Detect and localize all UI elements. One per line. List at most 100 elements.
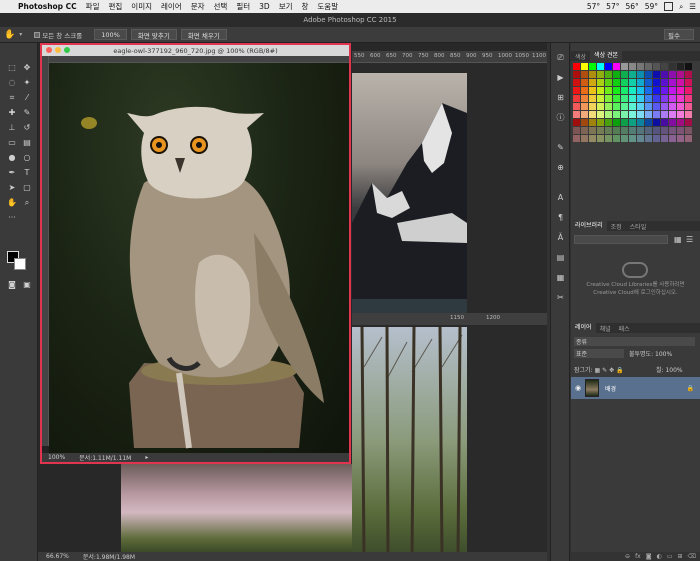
color-swatch[interactable] [629, 95, 636, 102]
color-swatch[interactable] [653, 111, 660, 118]
color-swatch[interactable] [629, 103, 636, 110]
color-swatch[interactable] [597, 95, 604, 102]
more-tools-icon[interactable]: ··· [6, 213, 18, 223]
pen-tool-icon[interactable]: ✒ [6, 168, 18, 178]
color-swatch[interactable] [677, 111, 684, 118]
maximize-window-icon[interactable] [64, 47, 70, 53]
color-swatch[interactable] [677, 95, 684, 102]
fill-value[interactable]: 100% [665, 367, 682, 374]
tab-libraries[interactable]: 라이브러리 [571, 221, 607, 231]
color-swatch[interactable] [645, 111, 652, 118]
color-swatch[interactable] [653, 103, 660, 110]
lock-move-icon[interactable]: ✥ [609, 367, 614, 374]
color-swatch[interactable] [597, 119, 604, 126]
color-swatch[interactable] [597, 87, 604, 94]
color-swatch[interactable] [661, 71, 668, 78]
status-menu-arrow-icon[interactable]: ▸ [145, 454, 148, 461]
tab-layers[interactable]: 레이어 [571, 323, 596, 333]
dodge-tool-icon[interactable]: ○ [21, 153, 33, 163]
color-swatch[interactable] [573, 95, 580, 102]
color-swatch[interactable] [685, 111, 692, 118]
color-swatch[interactable] [653, 71, 660, 78]
tab-channels[interactable]: 채널 [596, 324, 615, 333]
color-swatch[interactable] [685, 103, 692, 110]
color-swatch[interactable] [685, 79, 692, 86]
color-swatch[interactable] [677, 103, 684, 110]
tab-color[interactable]: 색상 [571, 52, 590, 61]
menu-3d[interactable]: 3D [259, 2, 270, 11]
color-swatch[interactable] [597, 127, 604, 134]
color-swatch[interactable] [613, 111, 620, 118]
color-swatch[interactable] [661, 119, 668, 126]
color-swatch[interactable] [645, 79, 652, 86]
blend-mode-select[interactable]: 표준 [574, 349, 624, 358]
menu-edit[interactable]: 편집 [108, 1, 122, 12]
gradient-tool-icon[interactable]: ▤ [21, 138, 33, 148]
color-swatch[interactable] [637, 111, 644, 118]
color-swatch[interactable] [669, 71, 676, 78]
color-swatch[interactable] [653, 95, 660, 102]
color-swatch[interactable] [645, 95, 652, 102]
scroll-all-checkbox[interactable]: 모든 창 스크롤 [34, 30, 82, 40]
history-panel-icon[interactable]: ⎚ [555, 53, 566, 63]
color-swatch[interactable] [589, 127, 596, 134]
info-panel-icon[interactable]: ⓘ [555, 113, 566, 123]
color-swatch[interactable] [629, 63, 636, 70]
zoom-100-button[interactable]: 100% [94, 29, 127, 40]
minimize-window-icon[interactable] [55, 47, 61, 53]
color-swatch[interactable] [685, 135, 692, 142]
glyph-panel-icon[interactable]: Ǎ [555, 233, 566, 243]
color-swatch[interactable] [581, 135, 588, 142]
color-swatch[interactable] [661, 95, 668, 102]
color-swatch[interactable] [573, 135, 580, 142]
color-swatch[interactable] [645, 127, 652, 134]
color-swatch[interactable] [589, 135, 596, 142]
color-swatch[interactable] [589, 79, 596, 86]
color-swatch[interactable] [637, 87, 644, 94]
color-swatch[interactable] [613, 127, 620, 134]
color-swatch[interactable] [613, 71, 620, 78]
layer-name[interactable]: 배경 [605, 384, 616, 393]
menu-window[interactable]: 창 [302, 1, 309, 12]
menu-filter[interactable]: 필터 [236, 1, 250, 12]
color-swatch[interactable] [637, 127, 644, 134]
list-view-icon[interactable]: ☰ [686, 235, 693, 244]
color-swatch[interactable] [685, 119, 692, 126]
eraser-tool-icon[interactable]: ▭ [6, 138, 18, 148]
color-swatch[interactable] [605, 71, 612, 78]
color-swatch[interactable] [661, 87, 668, 94]
color-swatch[interactable] [653, 135, 660, 142]
color-swatch[interactable] [669, 87, 676, 94]
color-swatch[interactable] [581, 111, 588, 118]
notes-panel-icon[interactable]: ▤ [555, 253, 566, 263]
color-swatch[interactable] [573, 79, 580, 86]
tab-swatches[interactable]: 색상 견본 [590, 51, 623, 61]
document-title-bar[interactable]: eagle-owl-377192_960_720.jpg @ 100% (RGB… [42, 45, 349, 56]
character-panel-icon[interactable]: A [555, 193, 566, 203]
color-swatch[interactable] [613, 63, 620, 70]
color-swatch[interactable] [685, 87, 692, 94]
fill-control[interactable]: 칠: 100% [656, 365, 683, 374]
color-swatch[interactable] [621, 119, 628, 126]
color-swatch[interactable] [597, 135, 604, 142]
color-swatch[interactable] [581, 63, 588, 70]
brush-panel-icon[interactable]: ✎ [555, 143, 566, 153]
color-swatch[interactable] [621, 103, 628, 110]
color-swatch[interactable] [661, 63, 668, 70]
color-swatch[interactable] [589, 103, 596, 110]
close-window-icon[interactable] [46, 47, 52, 53]
color-swatch[interactable] [661, 103, 668, 110]
color-swatch[interactable] [629, 127, 636, 134]
color-swatch[interactable] [605, 111, 612, 118]
color-swatch[interactable] [589, 63, 596, 70]
crop-tool-icon[interactable]: ⌗ [6, 93, 18, 103]
color-swatch[interactable] [581, 127, 588, 134]
document-zoom-level[interactable]: 100% [48, 454, 65, 461]
color-swatch[interactable] [645, 119, 652, 126]
menu-image[interactable]: 이미지 [131, 1, 152, 12]
color-swatch[interactable] [597, 79, 604, 86]
tools-presets-icon[interactable]: ✂ [555, 293, 566, 303]
color-swatch[interactable] [661, 111, 668, 118]
color-swatch[interactable] [573, 111, 580, 118]
color-swatch[interactable] [669, 127, 676, 134]
